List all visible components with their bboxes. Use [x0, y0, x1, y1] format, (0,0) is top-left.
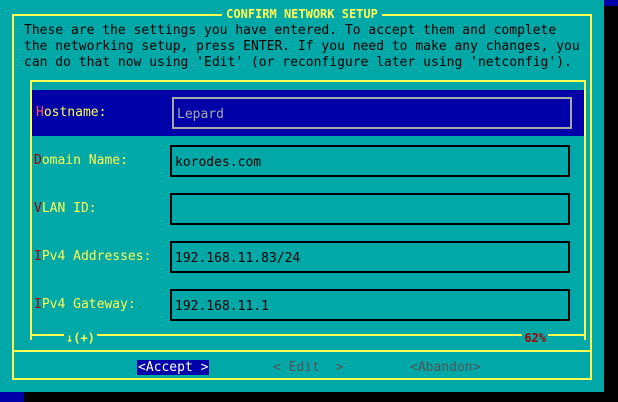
ipv4-gateway-label-text: Pv4 Gateway: [41, 297, 136, 312]
button-separator [14, 350, 590, 352]
field-row-ipv4-gateway[interactable]: IPv4 Gateway: 192.168.11.1 [32, 282, 582, 328]
vlan-input[interactable] [170, 193, 570, 225]
vlan-label: VLAN ID: [34, 201, 97, 217]
abandon-button[interactable]: <Abandon> [410, 360, 480, 375]
domain-label: Domain Name: [34, 153, 128, 169]
ipv4-addresses-label: IPv4 Addresses: [34, 249, 151, 265]
dialog-shadow-right [604, 6, 618, 402]
dialog-title-bar: CONFIRM NETWORK SETUP [0, 7, 604, 21]
scroll-percent: 62% [522, 331, 548, 345]
field-row-hostname[interactable]: Hostname: Lepard [32, 90, 584, 136]
scroll-more-indicator: ↓(+) [64, 331, 97, 345]
accept-button[interactable]: <Accept > [137, 360, 210, 375]
dialog-title: CONFIRM NETWORK SETUP [222, 7, 382, 21]
settings-form: Hostname: Lepard Domain Name: korodes.co… [30, 80, 586, 340]
domain-label-text: omain Name: [41, 153, 128, 168]
form-bottom-border: ↓(+) 62% [30, 330, 586, 344]
edit-button[interactable]: < Edit > [273, 360, 343, 375]
vlan-hotkey: V [34, 201, 42, 216]
hostname-label-text: ostname: [43, 105, 107, 120]
ipv4-addresses-hotkey: I [34, 249, 42, 264]
form-bottom-line [30, 334, 586, 336]
ipv4-gateway-hotkey: I [34, 297, 42, 312]
field-row-vlan[interactable]: VLAN ID: [32, 186, 582, 232]
ipv4-addresses-input[interactable]: 192.168.11.83/24 [170, 241, 570, 273]
field-row-domain[interactable]: Domain Name: korodes.com [32, 138, 582, 184]
domain-input[interactable]: korodes.com [170, 145, 570, 177]
ipv4-gateway-label: IPv4 Gateway: [34, 297, 136, 313]
hostname-label: Hostname: [36, 105, 106, 121]
domain-hotkey: D [34, 153, 42, 168]
hostname-input[interactable]: Lepard [172, 97, 572, 129]
hostname-hotkey: H [36, 105, 44, 120]
confirm-network-dialog: CONFIRM NETWORK SETUP These are the sett… [0, 0, 604, 392]
field-row-ipv4-addresses[interactable]: IPv4 Addresses: 192.168.11.83/24 [32, 234, 582, 280]
vlan-label-text: LAN ID: [41, 201, 97, 216]
ipv4-gateway-input[interactable]: 192.168.11.1 [170, 289, 570, 321]
ipv4-addresses-label-text: Pv4 Addresses: [41, 249, 152, 264]
dialog-shadow-bottom [24, 392, 618, 402]
dialog-message: These are the settings you have entered.… [24, 23, 580, 70]
